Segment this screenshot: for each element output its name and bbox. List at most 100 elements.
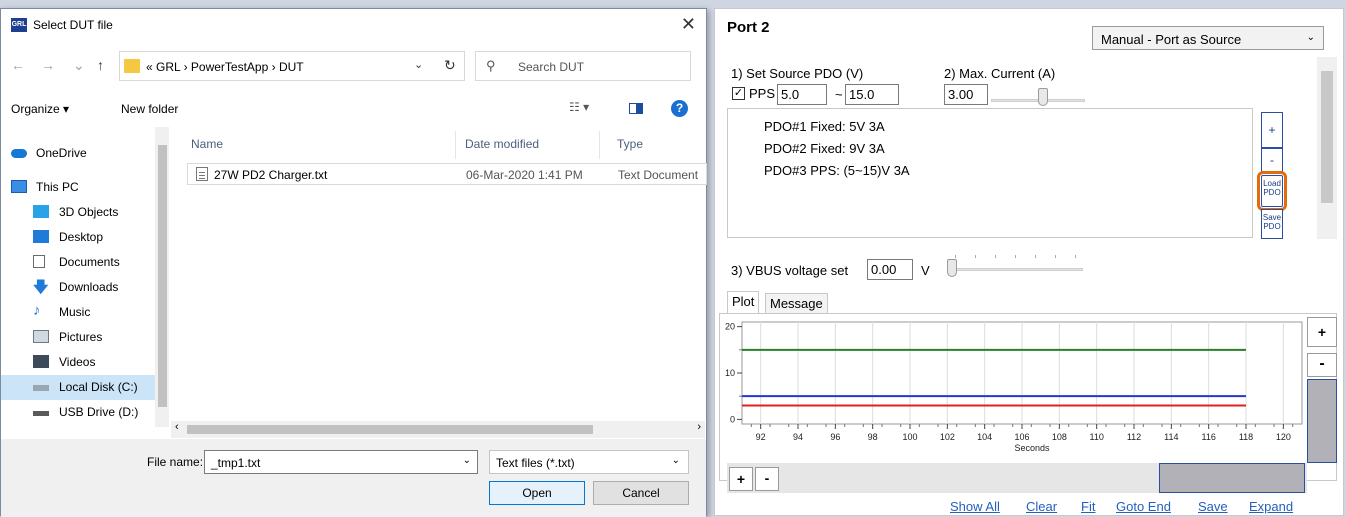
show-all-link[interactable]: Show All — [950, 499, 1000, 514]
list-item[interactable]: PDO#1 Fixed: 5V 3A — [764, 119, 885, 134]
nav-item-music[interactable]: ♪ Music — [1, 300, 155, 325]
folder-icon — [124, 59, 140, 73]
add-pdo-button[interactable]: + — [1261, 112, 1283, 148]
open-button[interactable]: Open — [489, 481, 585, 505]
pdo-scrollbar-thumb[interactable] — [1321, 71, 1333, 203]
nav-item-documents[interactable]: Documents — [1, 250, 155, 275]
nav-item-label: USB Drive (D:) — [59, 405, 139, 419]
chevron-down-icon[interactable]: ⌄ — [672, 455, 680, 466]
y-tick-label: 0 — [730, 414, 735, 424]
x-tick-label: 104 — [977, 432, 992, 442]
address-bar[interactable]: « GRL › PowerTestApp › DUT ⌄ ↻ — [119, 51, 465, 81]
max-current-label: 2) Max. Current (A) — [944, 66, 1056, 81]
vbus-slider-track[interactable] — [949, 268, 1083, 271]
search-input[interactable]: ⚲ Search DUT — [475, 51, 691, 81]
view-options-icon[interactable]: ☷ ▾ — [569, 100, 589, 114]
up-arrow-icon[interactable]: ↑ — [97, 57, 104, 73]
port-mode-value: Manual - Port as Source — [1101, 32, 1242, 47]
y-zoom-in-button[interactable]: + — [1307, 317, 1337, 347]
address-row: ← → ⌄ ↑ « GRL › PowerTestApp › DUT ⌄ ↻ ⚲… — [1, 49, 706, 83]
clear-link[interactable]: Clear — [1026, 499, 1057, 514]
remove-pdo-button[interactable]: - — [1261, 148, 1283, 172]
back-arrow-icon[interactable]: ← — [11, 57, 25, 73]
scroll-right-icon[interactable]: › — [697, 421, 701, 433]
chevron-down-icon[interactable]: ⌄ — [463, 455, 471, 466]
x-zoom-in-button[interactable]: + — [729, 467, 753, 491]
pps-min-voltage-input[interactable]: 5.0 — [777, 84, 827, 105]
goto-end-link[interactable]: Goto End — [1116, 499, 1171, 514]
column-divider[interactable] — [455, 131, 456, 159]
nav-item-3d-objects[interactable]: 3D Objects — [1, 200, 155, 225]
desktop-icon — [33, 230, 49, 243]
column-header-date[interactable]: Date modified — [465, 137, 539, 151]
load-pdo-button[interactable]: Load PDO — [1257, 171, 1287, 211]
vbus-voltage-input[interactable]: 0.00 — [867, 259, 913, 280]
column-header-name[interactable]: Name — [191, 137, 223, 151]
slider-tick — [975, 255, 976, 258]
y-scrollbar[interactable] — [1307, 379, 1337, 463]
chevron-down-icon[interactable]: ⌄ — [73, 57, 85, 74]
file-name-input[interactable]: _tmp1.txt ⌄ — [204, 450, 478, 474]
nav-item-this-pc[interactable]: This PC — [1, 175, 155, 200]
column-header-type[interactable]: Type — [617, 137, 643, 151]
x-tick-label: 120 — [1276, 432, 1291, 442]
search-placeholder: Search DUT — [518, 60, 585, 74]
chevron-down-icon[interactable]: ⌄ — [1307, 32, 1315, 43]
dialog-title-bar: GRL Select DUT file ✕ — [1, 9, 706, 41]
column-divider[interactable] — [599, 131, 600, 159]
nav-item-onedrive[interactable]: OneDrive — [1, 141, 155, 166]
grl-app-icon: GRL — [11, 18, 27, 32]
breadcrumb[interactable]: « GRL › PowerTestApp › DUT — [146, 60, 304, 74]
nav-item-local-disk-c[interactable]: Local Disk (C:) — [1, 375, 155, 400]
pps-checkbox[interactable]: ✓ — [732, 87, 745, 100]
nav-scrollbar-thumb[interactable] — [158, 145, 167, 407]
download-icon: 🡇 — [33, 279, 49, 296]
save-pdo-button[interactable]: Save PDO — [1261, 209, 1283, 239]
expand-link[interactable]: Expand — [1249, 499, 1293, 514]
horizontal-scrollbar[interactable]: ‹ › — [171, 421, 705, 438]
nav-item-usb-drive-d[interactable]: USB Drive (D:) — [1, 400, 155, 425]
port-mode-select[interactable]: Manual - Port as Source ⌄ — [1092, 26, 1324, 50]
scroll-left-icon[interactable]: ‹ — [175, 421, 179, 433]
tab-message[interactable]: Message — [765, 293, 828, 313]
plot-area: 92 94 96 98 100 102 104 106 108 110 112 114 116 118 12… — [719, 313, 1337, 481]
vbus-slider-handle[interactable] — [947, 259, 957, 277]
file-row[interactable]: 27W PD2 Charger.txt 06-Mar-2020 1:41 PM … — [187, 163, 707, 185]
nav-item-videos[interactable]: Videos — [1, 350, 155, 375]
pps-max-voltage-input[interactable]: 15.0 — [845, 84, 899, 105]
list-item[interactable]: PDO#3 PPS: (5~15)V 3A — [764, 163, 910, 178]
save-link[interactable]: Save — [1198, 499, 1228, 514]
max-current-slider-handle[interactable] — [1037, 88, 1048, 106]
x-tick-label: 106 — [1014, 432, 1029, 442]
new-folder-button[interactable]: New folder — [121, 102, 178, 116]
help-icon[interactable]: ? — [671, 100, 688, 117]
file-name-label: File name: — [147, 455, 204, 469]
tab-plot[interactable]: Plot — [727, 291, 760, 313]
close-icon[interactable]: ✕ — [681, 14, 696, 35]
x-tick-label: 94 — [793, 432, 803, 442]
cancel-button[interactable]: Cancel — [593, 481, 689, 505]
x-scrollbar-thumb[interactable] — [1159, 463, 1305, 493]
cube-icon — [33, 205, 49, 218]
max-current-input[interactable]: 3.00 — [944, 84, 988, 105]
chevron-down-icon[interactable]: ⌄ — [414, 58, 423, 71]
nav-item-label: Videos — [59, 355, 96, 369]
nav-item-desktop[interactable]: Desktop — [1, 225, 155, 250]
x-tick-label: 98 — [868, 432, 878, 442]
nav-item-label: Desktop — [59, 230, 104, 244]
nav-item-label: This PC — [36, 180, 79, 194]
y-zoom-out-button[interactable]: - — [1307, 353, 1337, 377]
nav-item-downloads[interactable]: 🡇 Downloads — [1, 275, 155, 300]
refresh-icon[interactable]: ↻ — [444, 57, 456, 74]
y-tick-label: 10 — [725, 368, 735, 378]
forward-arrow-icon[interactable]: → — [41, 57, 55, 73]
page-title: Port 2 — [727, 19, 770, 36]
organize-button[interactable]: Organize ▾ — [11, 102, 69, 116]
x-zoom-out-button[interactable]: - — [755, 467, 779, 491]
file-type-select[interactable]: Text files (*.txt) ⌄ — [489, 450, 689, 474]
fit-link[interactable]: Fit — [1081, 499, 1095, 514]
list-item[interactable]: PDO#2 Fixed: 9V 3A — [764, 141, 885, 156]
preview-pane-icon[interactable] — [629, 103, 643, 114]
horizontal-scrollbar-thumb[interactable] — [187, 425, 593, 434]
nav-item-pictures[interactable]: Pictures — [1, 325, 155, 350]
